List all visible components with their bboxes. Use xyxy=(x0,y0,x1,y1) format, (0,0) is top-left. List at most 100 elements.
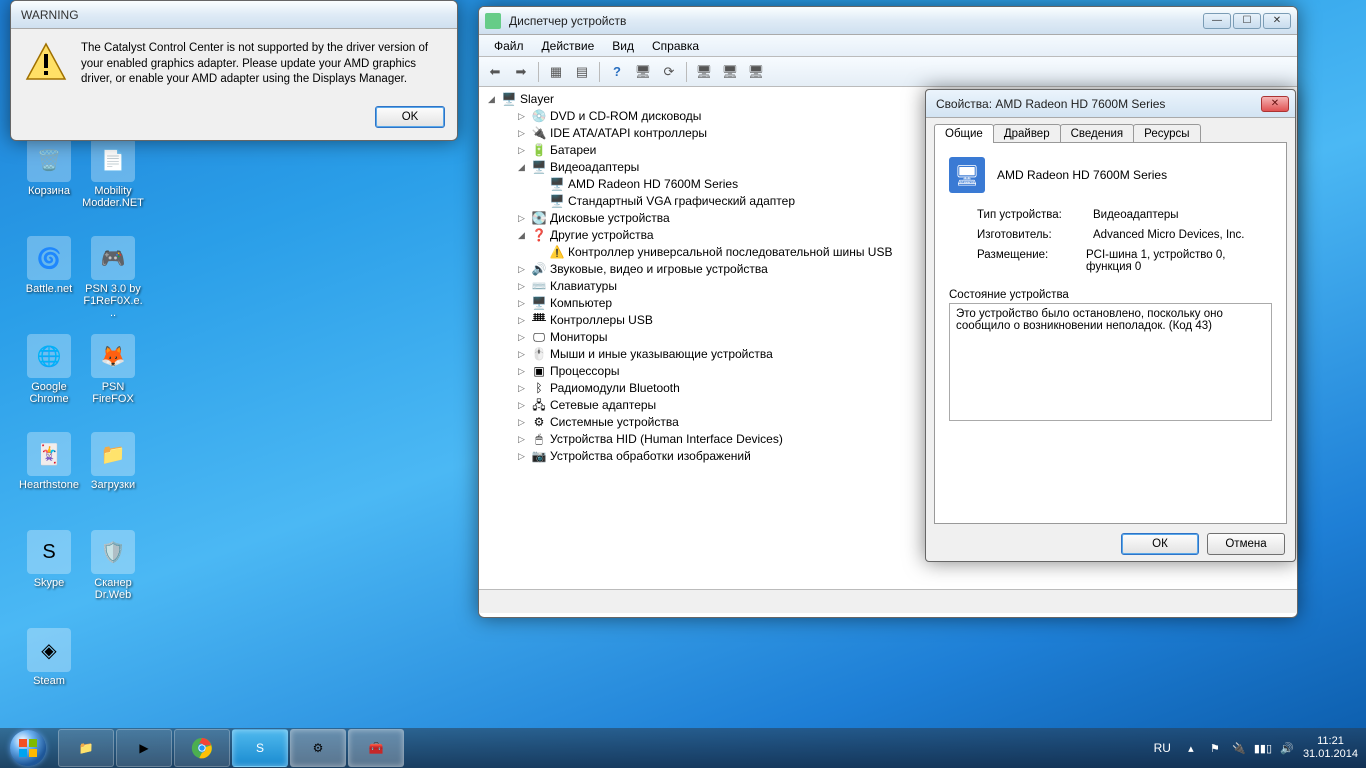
node-label: AMD Radeon HD 7600M Series xyxy=(568,176,738,193)
desktop-glyph-icon: S xyxy=(27,530,71,574)
devmgr-toolbar: ⬅ ➡ ▦ ▤ ? 🖥 ⟳ 🖥 🖥 🖥 xyxy=(479,57,1297,87)
tray-clock[interactable]: 11:21 31.01.2014 xyxy=(1303,735,1358,761)
toolbar-properties-icon[interactable]: ▤ xyxy=(570,60,594,84)
status-box[interactable]: Это устройство было остановлено, посколь… xyxy=(949,303,1272,421)
desktop-glyph-icon: 🛡️ xyxy=(91,530,135,574)
menu-action[interactable]: Действие xyxy=(533,39,604,53)
expander-icon[interactable]: ▷ xyxy=(515,448,528,465)
node-label: Звуковые, видео и игровые устройства xyxy=(550,261,768,278)
taskbar-skype[interactable]: S xyxy=(232,729,288,767)
expander-icon[interactable]: ◢ xyxy=(515,227,528,244)
toolbar-uninstall-icon[interactable]: 🖥 xyxy=(692,60,716,84)
toolbar-scan-icon[interactable]: 🖥 xyxy=(631,60,655,84)
maximize-button[interactable]: ☐ xyxy=(1233,13,1261,29)
desktop-icon-10[interactable]: ◈Steam xyxy=(18,628,80,687)
node-label: Стандартный VGA графический адаптер xyxy=(568,193,795,210)
warning-ok-button[interactable]: OK xyxy=(375,106,445,128)
expander-icon[interactable]: ▷ xyxy=(515,261,528,278)
toolbar-enable-icon[interactable]: 🖥 xyxy=(744,60,768,84)
tab-details[interactable]: Сведения xyxy=(1060,124,1135,143)
toolbar-forward-icon[interactable]: ➡ xyxy=(509,60,533,84)
close-button[interactable]: ✕ xyxy=(1263,13,1291,29)
devmgr-titlebar[interactable]: Диспетчер устройств — ☐ ✕ xyxy=(479,7,1297,35)
expander-icon[interactable]: ▷ xyxy=(515,108,528,125)
taskbar-chrome[interactable] xyxy=(174,729,230,767)
expander-icon[interactable]: ◢ xyxy=(485,91,498,108)
taskbar-devmgr[interactable]: 🧰 xyxy=(348,729,404,767)
taskbar: 📁 ▶ S ⚙ 🧰 RU ▴ ⚑ 🔌 ▮▮▯ 🔊 11:21 31.01.201… xyxy=(0,728,1366,768)
expander-icon[interactable]: ▷ xyxy=(515,210,528,227)
node-label: Slayer xyxy=(520,91,554,108)
expander-icon[interactable]: ▷ xyxy=(515,295,528,312)
tray-volume-icon[interactable]: 🔊 xyxy=(1279,740,1295,756)
props-ok-button[interactable]: ОК xyxy=(1121,533,1199,555)
props-close-button[interactable]: ✕ xyxy=(1261,96,1289,112)
loc-label: Размещение: xyxy=(977,249,1086,273)
tray-date: 31.01.2014 xyxy=(1303,748,1358,761)
toolbar-showhide-icon[interactable]: ▦ xyxy=(544,60,568,84)
desktop-glyph-icon: ◈ xyxy=(27,628,71,672)
start-button[interactable] xyxy=(0,728,56,768)
display-icon: 🖥️ xyxy=(531,160,547,176)
expander-icon[interactable]: ▷ xyxy=(515,125,528,142)
language-indicator[interactable]: RU xyxy=(1150,739,1175,757)
tab-general[interactable]: Общие xyxy=(934,124,994,143)
toolbar-update-icon[interactable]: ⟳ xyxy=(657,60,681,84)
expander-icon[interactable]: ▷ xyxy=(515,380,528,397)
desktop-glyph-icon: 🎮 xyxy=(91,236,135,280)
expander-icon[interactable]: ▷ xyxy=(515,397,528,414)
tray-show-hidden-icon[interactable]: ▴ xyxy=(1183,740,1199,756)
sound-icon: 🔊 xyxy=(531,262,547,278)
desktop-icon-label: PSN 3.0 by F1ReF0X.e... xyxy=(82,283,144,319)
device-monitor-icon: 🖥 xyxy=(949,157,985,193)
desktop-icon-5[interactable]: 🦊PSN FireFOX xyxy=(82,334,144,405)
menu-file[interactable]: Файл xyxy=(485,39,533,53)
tab-driver[interactable]: Драйвер xyxy=(993,124,1061,143)
expander-icon[interactable]: ◢ xyxy=(515,159,528,176)
desktop-icon-0[interactable]: 🗑️Корзина xyxy=(18,138,80,197)
expander-icon[interactable]: ▷ xyxy=(515,312,528,329)
expander-icon[interactable]: ▷ xyxy=(515,346,528,363)
node-label: DVD и CD-ROM дисководы xyxy=(550,108,701,125)
desktop-glyph-icon: 🌐 xyxy=(27,334,71,378)
menu-help[interactable]: Справка xyxy=(643,39,708,53)
menu-view[interactable]: Вид xyxy=(603,39,643,53)
props-titlebar[interactable]: Свойства: AMD Radeon HD 7600M Series ✕ xyxy=(926,90,1295,118)
desktop-icon-6[interactable]: 🃏Hearthstone xyxy=(18,432,80,491)
system-tray: RU ▴ ⚑ 🔌 ▮▮▯ 🔊 11:21 31.01.2014 xyxy=(1150,735,1366,761)
minimize-button[interactable]: — xyxy=(1203,13,1231,29)
taskbar-catalyst[interactable]: ⚙ xyxy=(290,729,346,767)
warn-icon: ⚠️ xyxy=(549,245,565,261)
warning-titlebar[interactable]: WARNING xyxy=(11,1,457,29)
tray-flag-icon[interactable]: ⚑ xyxy=(1207,740,1223,756)
tray-power-icon[interactable]: 🔌 xyxy=(1231,740,1247,756)
desktop-icon-label: PSN FireFOX xyxy=(82,381,144,405)
toolbar-disable-icon[interactable]: 🖥 xyxy=(718,60,742,84)
toolbar-back-icon[interactable]: ⬅ xyxy=(483,60,507,84)
expander-icon[interactable]: ▷ xyxy=(515,431,528,448)
desktop-icon-2[interactable]: 🌀Battle.net xyxy=(18,236,80,295)
props-cancel-button[interactable]: Отмена xyxy=(1207,533,1285,555)
desktop-icon-7[interactable]: 📁Загрузки xyxy=(82,432,144,491)
cpu-icon: ▣ xyxy=(531,364,547,380)
node-label: Радиомодули Bluetooth xyxy=(550,380,680,397)
node-label: IDE ATA/ATAPI контроллеры xyxy=(550,125,707,142)
desktop-icon-9[interactable]: 🛡️Сканер Dr.Web xyxy=(82,530,144,601)
taskbar-mediaplayer[interactable]: ▶ xyxy=(116,729,172,767)
computer-icon: 🖥️ xyxy=(531,296,547,312)
desktop-icon-4[interactable]: 🌐Google Chrome xyxy=(18,334,80,405)
expander-icon[interactable]: ▷ xyxy=(515,329,528,346)
node-label: Мониторы xyxy=(550,329,607,346)
desktop-icon-8[interactable]: SSkype xyxy=(18,530,80,589)
taskbar-explorer[interactable]: 📁 xyxy=(58,729,114,767)
desktop-icon-1[interactable]: 📄Mobility Modder.NET xyxy=(82,138,144,209)
expander-icon[interactable]: ▷ xyxy=(515,278,528,295)
node-label: Другие устройства xyxy=(550,227,654,244)
tab-resources[interactable]: Ресурсы xyxy=(1133,124,1200,143)
expander-icon[interactable]: ▷ xyxy=(515,142,528,159)
desktop-icon-3[interactable]: 🎮PSN 3.0 by F1ReF0X.e... xyxy=(82,236,144,319)
expander-icon[interactable]: ▷ xyxy=(515,414,528,431)
expander-icon[interactable]: ▷ xyxy=(515,363,528,380)
toolbar-help-icon[interactable]: ? xyxy=(605,60,629,84)
tray-network-icon[interactable]: ▮▮▯ xyxy=(1255,740,1271,756)
